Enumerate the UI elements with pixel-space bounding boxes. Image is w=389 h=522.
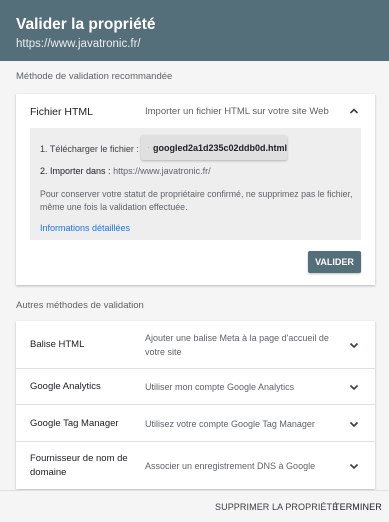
property-url: https://www.javatronic.fr/ <box>16 38 141 50</box>
more-info-link[interactable]: Informations détaillées <box>40 223 130 233</box>
recommended-section-label: Méthode de validation recommandée <box>16 71 173 82</box>
other-methods-section-label: Autres méthodes de validation <box>16 300 144 311</box>
method-name: Fichier HTML <box>30 106 94 118</box>
dialog-footer: SUPPRIMER LA PROPRIÉTÉ TERMINER <box>0 490 389 522</box>
dialog-header: Valider la propriété https://www.javatro… <box>0 0 389 61</box>
download-file-name: googled2a1d235c02ddb0d.html <box>152 142 287 153</box>
delete-property-button[interactable]: SUPPRIMER LA PROPRIÉTÉ <box>215 502 338 512</box>
method-row-description: Utilisez votre compte Google Tag Manager <box>145 419 315 429</box>
recommended-method-card: Fichier HTML Importer un fichier HTML su… <box>16 94 375 285</box>
step2-value: https://www.javatronic.fr/ <box>113 166 211 176</box>
step1-label: 1. Télécharger le fichier : <box>40 144 139 154</box>
dialog-title: Valider la propriété <box>16 16 156 33</box>
method-row-description: Ajouter une balise Meta à la page d'accu… <box>145 333 329 357</box>
chevron-down-icon[interactable] <box>348 460 360 472</box>
chevron-down-icon[interactable] <box>348 339 360 351</box>
verify-button[interactable]: VALIDER <box>308 251 361 273</box>
method-row-google-tag-manager[interactable]: Google Tag Manager Utilisez votre compte… <box>16 405 375 442</box>
method-description: Importer un fichier HTML sur votre site … <box>145 106 329 117</box>
chevron-down-icon[interactable] <box>348 418 360 430</box>
method-row-google-analytics[interactable]: Google Analytics Utiliser mon compte Goo… <box>16 369 375 405</box>
method-row-description: Utiliser mon compte Google Analytics <box>145 382 295 392</box>
method-row-name: Fournisseur de nom de domaine <box>30 453 128 478</box>
other-methods-card: Balise HTML Ajouter une balise Meta à la… <box>16 321 375 489</box>
method-row-description: Associer un enregistrement DNS à Google <box>145 461 316 471</box>
method-instructions: 1. Télécharger le fichier : googled2a1d2… <box>30 128 361 240</box>
method-row-name: Balise HTML <box>30 339 85 350</box>
download-file-button[interactable]: googled2a1d235c02ddb0d.html <box>141 135 287 160</box>
chevron-down-icon[interactable] <box>348 381 360 393</box>
chevron-up-icon[interactable] <box>348 105 360 117</box>
recommended-method-header[interactable]: Fichier HTML Importer un fichier HTML su… <box>16 94 375 128</box>
ownership-note: Pour conserver votre statut de propriéta… <box>40 189 353 212</box>
method-row-name: Google Analytics <box>30 381 101 392</box>
step2-label: 2. Importer dans : <box>40 166 111 176</box>
done-button[interactable]: TERMINER <box>334 502 382 512</box>
method-row-name: Google Tag Manager <box>30 418 119 429</box>
step2: 2. Importer dans : https://www.javatroni… <box>40 166 211 176</box>
download-icon <box>148 147 149 148</box>
method-row-html-tag[interactable]: Balise HTML Ajouter une balise Meta à la… <box>16 321 375 369</box>
method-row-domain-provider[interactable]: Fournisseur de nom de domaine Associer u… <box>16 442 375 489</box>
